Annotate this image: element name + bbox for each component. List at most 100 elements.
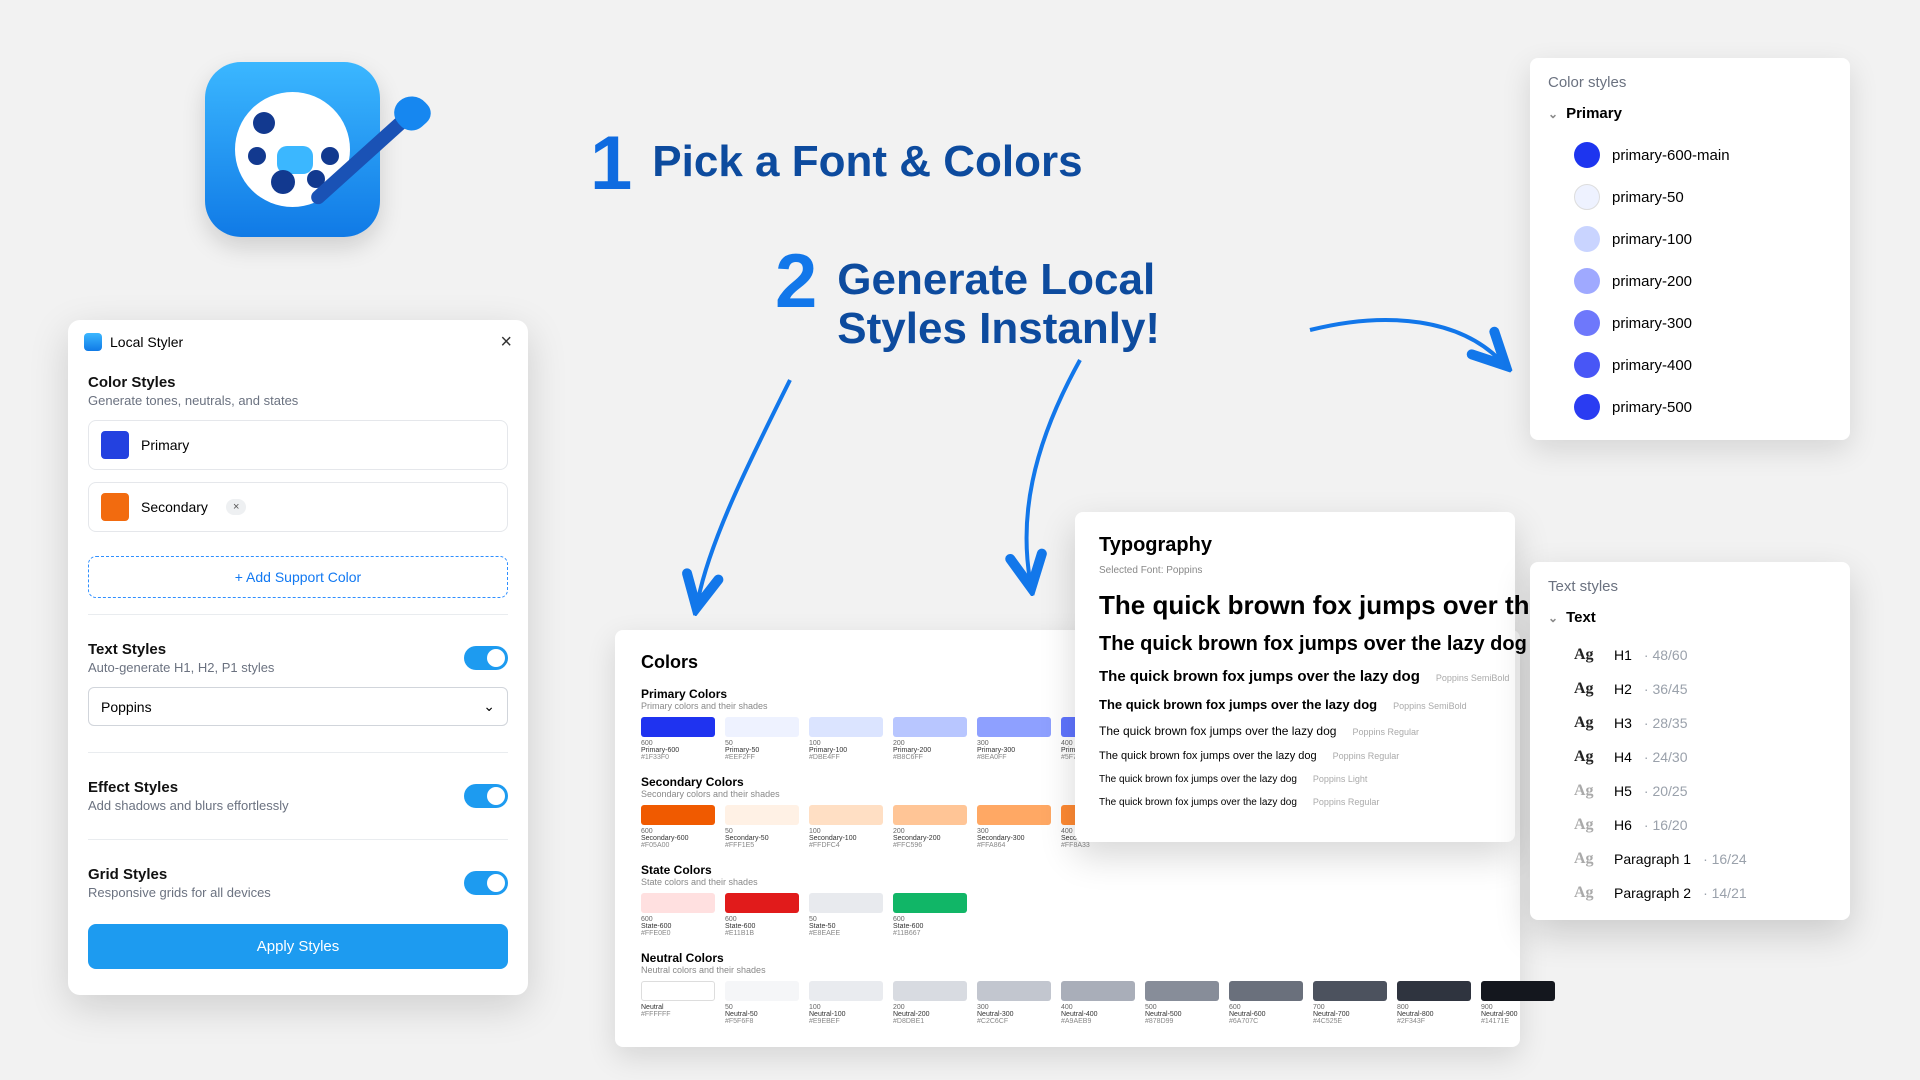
color-tile[interactable]: 900Neutral-900#14171E [1481, 981, 1555, 1025]
color-tile[interactable]: 600Neutral-600#6A707C [1229, 981, 1303, 1025]
font-select-value: Poppins [101, 699, 152, 715]
app-icon [205, 62, 380, 237]
typography-sample: The quick brown fox jumps over the lazy … [1099, 590, 1491, 621]
color-style-row[interactable]: primary-400 [1548, 344, 1832, 386]
ag-icon: Ag [1574, 680, 1602, 698]
color-style-row[interactable]: primary-600-main [1548, 134, 1832, 176]
text-style-row[interactable]: AgH1 · 48/60 [1548, 638, 1832, 672]
color-tile[interactable]: 200Neutral-200#D8DBE1 [893, 981, 967, 1025]
step-1-text: Pick a Font & Colors [652, 130, 1082, 186]
color-tile[interactable]: 100Primary-100#DBE4FF [809, 717, 883, 761]
ag-icon: Ag [1574, 782, 1602, 800]
secondary-color-row[interactable]: Secondary × [88, 482, 508, 532]
plugin-icon [84, 333, 102, 351]
color-tile[interactable]: 300Neutral-300#C2C6CF [977, 981, 1051, 1025]
text-styles-group[interactable]: ⌄ Text [1548, 609, 1832, 626]
close-icon[interactable]: × [500, 332, 512, 352]
typography-panel: Typography Selected Font: Poppins The qu… [1075, 512, 1515, 842]
color-tile[interactable]: 600State-600#FFE0E0 [641, 893, 715, 937]
color-styles-panel-title: Color styles [1548, 74, 1832, 91]
typography-sample: The quick brown fox jumps over the lazy … [1099, 774, 1491, 785]
effect-styles-heading: Effect Styles [88, 779, 289, 796]
grid-styles-subtitle: Responsive grids for all devices [88, 885, 271, 900]
text-style-row[interactable]: AgH3 · 28/35 [1548, 706, 1832, 740]
chevron-down-icon: ⌄ [483, 698, 495, 715]
color-tile[interactable]: 800Neutral-800#2F343F [1397, 981, 1471, 1025]
ag-icon: Ag [1574, 646, 1602, 664]
color-tile[interactable]: 50State-50#E8EAEE [809, 893, 883, 937]
color-styles-heading: Color Styles [88, 374, 508, 391]
text-styles-toggle[interactable] [464, 646, 508, 670]
plugin-header: Local Styler × [68, 320, 528, 364]
color-tile[interactable]: 700Neutral-700#4C525E [1313, 981, 1387, 1025]
typography-sample: The quick brown fox jumps over the lazy … [1099, 750, 1491, 762]
color-tile[interactable]: 600State-600#E11B1B [725, 893, 799, 937]
ag-icon: Ag [1574, 850, 1602, 868]
text-style-row[interactable]: AgH5 · 20/25 [1548, 774, 1832, 808]
font-select[interactable]: Poppins ⌄ [88, 687, 508, 726]
color-tile[interactable]: 600State-600#11B667 [893, 893, 967, 937]
color-tile[interactable]: Neutral#FFFFFF [641, 981, 715, 1025]
text-style-row[interactable]: AgH4 · 24/30 [1548, 740, 1832, 774]
color-styles-panel: Color styles ⌄ Primary primary-600-mainp… [1530, 58, 1850, 440]
text-styles-subtitle: Auto-generate H1, H2, P1 styles [88, 660, 274, 675]
steps: 1 Pick a Font & Colors 2 Generate LocalS… [590, 130, 1160, 353]
add-support-color-button[interactable]: + Add Support Color [88, 556, 508, 598]
typography-subtitle: Selected Font: Poppins [1099, 565, 1491, 576]
typography-sample: The quick brown fox jumps over the lazy … [1099, 797, 1491, 808]
grid-styles-toggle[interactable] [464, 871, 508, 895]
color-tile[interactable]: 600Primary-600#1F33F0 [641, 717, 715, 761]
typography-title: Typography [1099, 534, 1491, 557]
color-tile[interactable]: 50Primary-50#EEF2FF [725, 717, 799, 761]
color-tile[interactable]: 200Secondary-200#FFC596 [893, 805, 967, 849]
color-style-row[interactable]: primary-100 [1548, 218, 1832, 260]
text-styles-panel-title: Text styles [1548, 578, 1832, 595]
color-style-row[interactable]: primary-50 [1548, 176, 1832, 218]
color-tile[interactable]: 50Neutral-50#F5F6F8 [725, 981, 799, 1025]
color-tile[interactable]: 100Secondary-100#FFDFC4 [809, 805, 883, 849]
color-style-row[interactable]: primary-200 [1548, 260, 1832, 302]
color-tile[interactable]: 500Neutral-500#878D99 [1145, 981, 1219, 1025]
color-styles-group[interactable]: ⌄ Primary [1548, 105, 1832, 122]
color-tile[interactable]: 300Primary-300#8EA0FF [977, 717, 1051, 761]
text-style-row[interactable]: AgH6 · 16/20 [1548, 808, 1832, 842]
text-style-row[interactable]: AgParagraph 1 · 16/24 [1548, 842, 1832, 876]
color-tile[interactable]: 600Secondary-600#F05A00 [641, 805, 715, 849]
step-1-number: 1 [590, 130, 632, 198]
color-tile[interactable]: 100Neutral-100#E9EBEF [809, 981, 883, 1025]
color-tile[interactable]: 300Secondary-300#FFA864 [977, 805, 1051, 849]
step-2-text: Generate LocalStyles Instanly! [837, 248, 1160, 353]
color-tile[interactable]: 400Neutral-400#A9AEB9 [1061, 981, 1135, 1025]
color-tile[interactable]: 200Primary-200#B8C6FF [893, 717, 967, 761]
effect-styles-toggle[interactable] [464, 784, 508, 808]
primary-swatch [101, 431, 129, 459]
text-styles-heading: Text Styles [88, 641, 274, 658]
text-style-row[interactable]: AgH2 · 36/45 [1548, 672, 1832, 706]
ag-icon: Ag [1574, 748, 1602, 766]
grid-styles-heading: Grid Styles [88, 866, 271, 883]
palette-icon [235, 92, 350, 207]
color-styles-subtitle: Generate tones, neutrals, and states [88, 393, 508, 408]
typography-sample: The quick brown fox jumps over the lazy … [1099, 724, 1491, 738]
typography-sample: The quick brown fox jumps over the lazy … [1099, 668, 1491, 685]
color-group-heading: State Colors [641, 863, 1494, 877]
color-style-row[interactable]: primary-500 [1548, 386, 1832, 428]
text-style-row[interactable]: AgParagraph 2 · 14/21 [1548, 876, 1832, 910]
effect-styles-subtitle: Add shadows and blurs effortlessly [88, 798, 289, 813]
text-styles-panel: Text styles ⌄ Text AgH1 · 48/60AgH2 · 36… [1530, 562, 1850, 920]
ag-icon: Ag [1574, 816, 1602, 834]
primary-color-row[interactable]: Primary [88, 420, 508, 470]
apply-styles-button[interactable]: Apply Styles [88, 924, 508, 969]
chevron-down-icon: ⌄ [1548, 611, 1558, 625]
primary-label: Primary [141, 437, 189, 453]
ag-icon: Ag [1574, 714, 1602, 732]
ag-icon: Ag [1574, 884, 1602, 902]
step-2-number: 2 [775, 248, 817, 316]
plugin-panel: Local Styler × Color Styles Generate ton… [68, 320, 528, 995]
plugin-title: Local Styler [110, 334, 183, 350]
color-tile[interactable]: 50Secondary-50#FFF1E5 [725, 805, 799, 849]
remove-secondary-chip[interactable]: × [226, 499, 246, 515]
color-style-row[interactable]: primary-300 [1548, 302, 1832, 344]
secondary-label: Secondary [141, 499, 208, 515]
chevron-down-icon: ⌄ [1548, 107, 1558, 121]
